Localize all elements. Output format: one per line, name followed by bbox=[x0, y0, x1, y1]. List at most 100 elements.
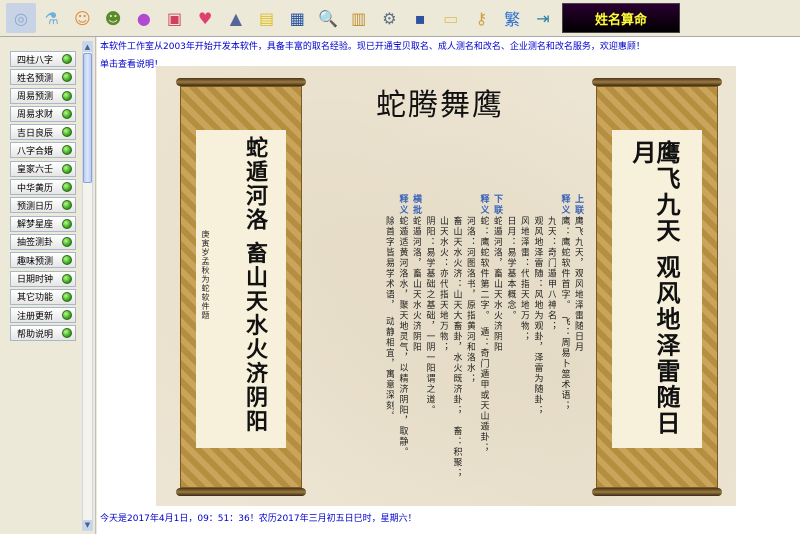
poem-column: 除首字皆易学术语， 动静相宜，寓意深刻。 bbox=[384, 216, 394, 422]
cards-icon[interactable]: ▣ bbox=[160, 3, 190, 33]
sidebar: 四柱八字姓名预测周易预测周易求财吉日良辰八字合婚皇家六壬中华黄历预测日历 解梦星座… bbox=[0, 37, 96, 534]
help-link[interactable]: 单击查看说明！ bbox=[100, 57, 163, 70]
poem-header: 释义 bbox=[478, 194, 489, 216]
sidebar-item-label: 吉日良辰 bbox=[17, 128, 54, 139]
sidebar-item-label: 抽签测卦 bbox=[17, 238, 54, 249]
sidebar-item-label: 中华黄历 bbox=[17, 183, 54, 194]
scroll-up-icon[interactable]: ▲ bbox=[83, 42, 92, 52]
status-bar-text: 今天是2017年4月1日，09：51：36！农历2017年三月初五日巳时，星期六… bbox=[100, 514, 417, 524]
poem-column: 鹰飞九天，观风地泽雷随日月 bbox=[573, 216, 583, 353]
scroll-rod bbox=[176, 488, 306, 496]
sidebar-item-label: 帮助说明 bbox=[17, 329, 54, 340]
sidebar-item-label: 注册更新 bbox=[17, 311, 54, 322]
sidebar-item[interactable]: 预测日历 bbox=[10, 197, 76, 214]
left-scroll-signature: 庚寅岁孟秋为蛇软件题 bbox=[201, 230, 210, 320]
cartoon-face-icon[interactable]: ☺ bbox=[67, 3, 97, 33]
book-icon[interactable]: ▥ bbox=[344, 3, 374, 33]
green-dot-icon bbox=[62, 90, 72, 101]
scroll-down-icon[interactable]: ▼ bbox=[83, 520, 92, 530]
purple-ball-icon[interactable]: ● bbox=[129, 3, 159, 33]
sidebar-item-label: 日期时钟 bbox=[17, 275, 54, 286]
sidebar-item-label: 四柱八字 bbox=[17, 55, 54, 66]
green-dot-icon bbox=[62, 200, 72, 211]
brand-logo[interactable]: 姓名算命 bbox=[562, 3, 680, 33]
sidebar-item[interactable]: 帮助说明 bbox=[10, 325, 76, 342]
sidebar-item[interactable]: 日期时钟 bbox=[10, 270, 76, 287]
poem-column: 蛇：鹰蛇软件第二字。 遁：奇门遁甲或天山遁卦； bbox=[478, 216, 489, 453]
toolbox-icon[interactable]: ⚙ bbox=[374, 3, 404, 33]
scrollbar-thumb[interactable] bbox=[83, 53, 92, 183]
sidebar-item-label: 周易预测 bbox=[17, 92, 54, 103]
sidebar-item-label: 周易求财 bbox=[17, 110, 54, 121]
sidebar-item-label: 其它功能 bbox=[17, 293, 54, 304]
cartoon-character-icon[interactable]: ☻ bbox=[98, 3, 128, 33]
green-dot-icon bbox=[62, 163, 72, 174]
green-dot-icon bbox=[62, 310, 72, 321]
poem-column: 河洛：河图洛书，原指黄河和洛水； bbox=[465, 216, 475, 384]
landscape-icon[interactable]: ▲ bbox=[221, 3, 251, 33]
artwork-title: 蛇腾舞鹰 bbox=[376, 88, 504, 123]
scroll-paper: 蛇遁河洛 畜山天水火济阴阳 庚寅岁孟秋为蛇软件题 bbox=[196, 130, 286, 448]
green-dot-icon bbox=[62, 72, 72, 83]
sidebar-item[interactable]: 解梦星座 bbox=[10, 215, 76, 232]
sidebar-scrollbar[interactable]: ▲ ▼ bbox=[82, 41, 93, 531]
poem-column: 九天：奇门遁甲八神名； bbox=[546, 216, 556, 332]
poem-column: 鹰：鹰蛇软件首字。 飞：周易卜筮术语； bbox=[559, 216, 570, 411]
exit-icon[interactable]: ⇥ bbox=[528, 3, 558, 33]
poem-column: 风地泽雷：代指天地万物； bbox=[519, 216, 529, 342]
green-dot-icon bbox=[62, 255, 72, 266]
green-dot-icon bbox=[62, 127, 72, 138]
green-dot-icon bbox=[62, 291, 72, 302]
sidebar-item[interactable]: 四柱八字 bbox=[10, 51, 76, 67]
calendar-icon[interactable]: ▦ bbox=[282, 3, 312, 33]
magnifier-icon[interactable]: 🔍 bbox=[313, 3, 343, 33]
poem-column: 蛇遁河洛，畜山天水火济阴阳 bbox=[411, 216, 421, 353]
toolbar: ◎ ⚗ ☺ ☻ ● ▣ ♥ ▲ ▤ ▦ 🔍 ▥ ⚙ ▪ ▭ ⚷ 繁 ⇥ bbox=[0, 0, 800, 37]
disc-icon[interactable]: ◎ bbox=[6, 3, 36, 33]
poem-column: 山天水火：亦代指天地万物； bbox=[438, 216, 448, 353]
sidebar-item[interactable]: 吉日良辰 bbox=[10, 124, 76, 141]
sidebar-item[interactable]: 周易求财 bbox=[10, 105, 76, 122]
poem-header: 上联 bbox=[573, 194, 583, 216]
sidebar-item[interactable]: 周易预测 bbox=[10, 87, 76, 104]
sidebar-item-label: 皇家六壬 bbox=[17, 165, 54, 176]
sidebar-item[interactable]: 注册更新 bbox=[10, 307, 76, 324]
poem-column: 蛇遁适黄河洛水，聚天地灵气，以精济阴阳，取静。 bbox=[397, 216, 408, 458]
left-scroll-couplet: 蛇遁河洛 畜山天水火济阴阳 bbox=[242, 136, 268, 434]
poem-column: 日月：易学基本概念。 bbox=[505, 216, 516, 321]
sidebar-item[interactable]: 中华黄历 bbox=[10, 179, 76, 196]
green-dot-icon bbox=[62, 54, 72, 64]
sidebar-item[interactable]: 皇家六壬 bbox=[10, 160, 76, 177]
sidebar-item[interactable]: 其它功能 bbox=[10, 288, 76, 305]
sidebar-item-label: 趣味预测 bbox=[17, 256, 54, 267]
poem-header: 横批 bbox=[411, 194, 421, 216]
save-icon[interactable]: ▪ bbox=[405, 3, 435, 33]
main-content: 本软件工作室从2003年开始开发本软件，具备丰富的取名经验。现已开通宝贝取名、成… bbox=[97, 37, 800, 534]
poem-header: 下联 bbox=[492, 194, 502, 216]
calligraphy-artwork: 蛇腾舞鹰 蛇遁河洛 畜山天水火济阴阳 庚寅岁孟秋为蛇软件题 鹰飞九天 观风地泽雷… bbox=[156, 66, 736, 506]
poem-column: 畜山天水火济：山天大畜卦，水火既济卦； 畜：积聚； bbox=[451, 216, 462, 479]
poem-column: 蛇遁河洛，畜山天水火济阴阳 bbox=[492, 216, 502, 353]
key-icon[interactable]: ⚷ bbox=[467, 3, 497, 33]
sidebar-item-label: 八字合婚 bbox=[17, 146, 54, 157]
folder-icon[interactable]: ▭ bbox=[436, 3, 466, 33]
hearts-icon[interactable]: ♥ bbox=[190, 3, 220, 33]
green-dot-icon bbox=[62, 218, 72, 229]
traditional-char-icon[interactable]: 繁 bbox=[497, 3, 527, 33]
green-dot-icon bbox=[62, 108, 72, 119]
green-dot-icon bbox=[62, 236, 72, 247]
sidebar-item[interactable]: 抽签测卦 bbox=[10, 233, 76, 250]
poem-header: 释义 bbox=[397, 194, 408, 216]
sidebar-item[interactable]: 姓名预测 bbox=[10, 69, 76, 86]
left-scroll: 蛇遁河洛 畜山天水火济阴阳 庚寅岁孟秋为蛇软件题 bbox=[176, 78, 306, 496]
test-tube-icon[interactable]: ⚗ bbox=[37, 3, 67, 33]
sidebar-item[interactable]: 趣味预测 bbox=[10, 252, 76, 269]
poem-column: 阴阳：易学基础之基础，一阴一阳谓之道。 bbox=[424, 216, 435, 416]
sidebar-item-label: 姓名预测 bbox=[17, 73, 54, 84]
green-dot-icon bbox=[62, 328, 72, 339]
yellow-book-icon[interactable]: ▤ bbox=[252, 3, 282, 33]
sidebar-item[interactable]: 八字合婚 bbox=[10, 142, 76, 159]
green-dot-icon bbox=[62, 145, 72, 156]
scroll-rod bbox=[176, 78, 306, 86]
green-dot-icon bbox=[62, 182, 72, 193]
